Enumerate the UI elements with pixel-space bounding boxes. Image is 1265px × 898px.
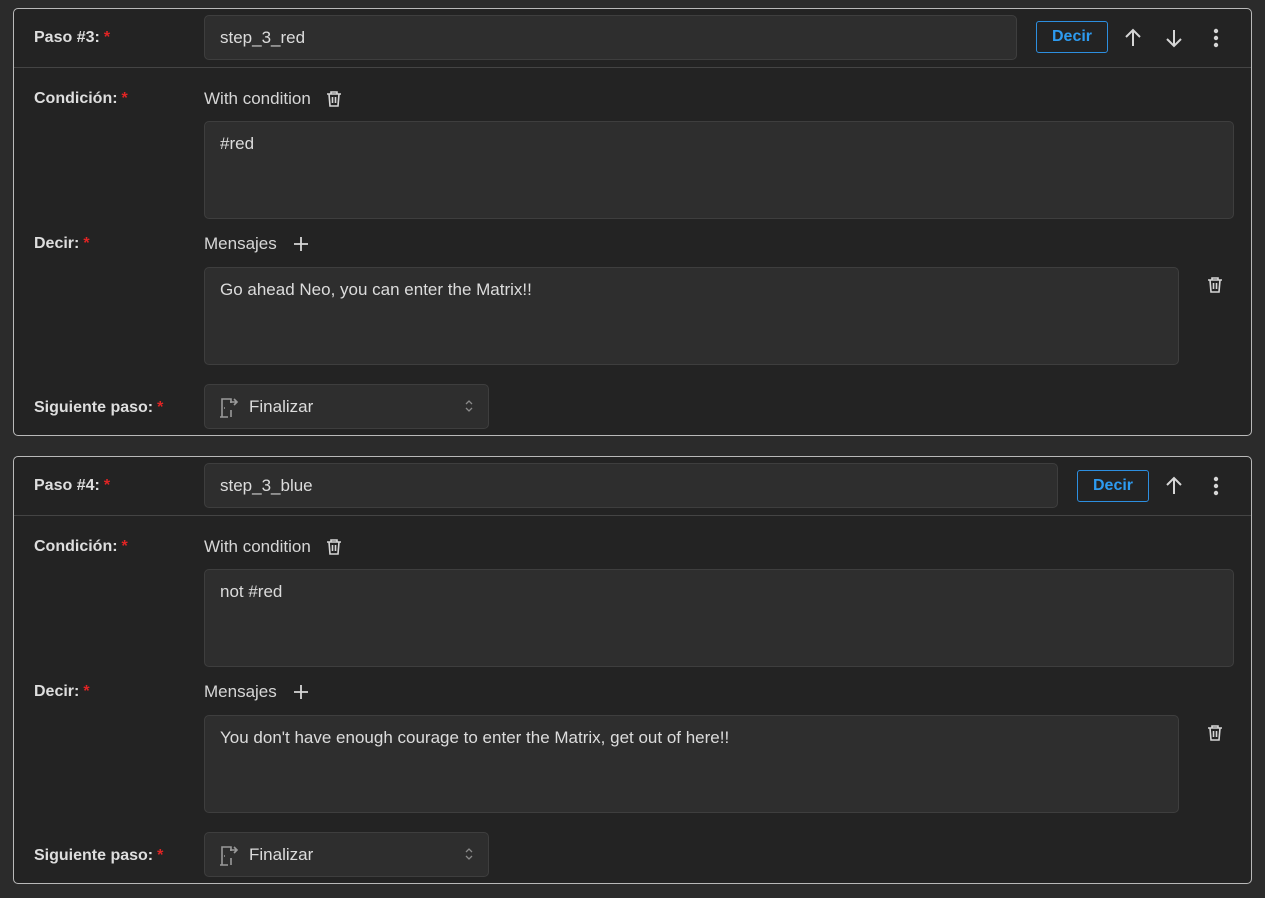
say-label: Decir: * bbox=[34, 683, 90, 700]
step-name-input[interactable]: step_3_red bbox=[204, 15, 1017, 60]
exit-door-icon bbox=[217, 396, 239, 418]
step-card: Paso #4: * step_3_blue Decir Condición: * … bbox=[13, 456, 1252, 884]
exit-door-icon bbox=[217, 844, 239, 866]
step-card: Paso #3: * step_3_red Decir Condición: * W… bbox=[13, 8, 1252, 436]
delete-message-icon[interactable] bbox=[1203, 721, 1227, 745]
condition-label: Condición: * bbox=[34, 538, 128, 555]
condition-mode: With condition bbox=[204, 89, 343, 109]
step-header: Paso #3: * step_3_red Decir bbox=[14, 9, 1251, 68]
add-message-icon[interactable] bbox=[293, 236, 309, 252]
delete-condition-icon[interactable] bbox=[325, 90, 343, 108]
next-step-select[interactable]: Finalizar bbox=[204, 384, 489, 429]
next-step-label: Siguiente paso: * bbox=[34, 847, 164, 864]
move-up-icon[interactable] bbox=[1121, 26, 1145, 50]
condition-textarea[interactable]: not #red bbox=[204, 569, 1234, 667]
delete-message-icon[interactable] bbox=[1203, 273, 1227, 297]
messages-header: Mensajes bbox=[204, 682, 309, 702]
add-message-icon[interactable] bbox=[293, 684, 309, 700]
condition-textarea[interactable]: #red bbox=[204, 121, 1234, 219]
message-textarea[interactable]: You don't have enough courage to enter t… bbox=[204, 715, 1179, 813]
next-step-label: Siguiente paso: * bbox=[34, 399, 164, 416]
move-up-icon[interactable] bbox=[1162, 474, 1186, 498]
step-type-button[interactable]: Decir bbox=[1036, 21, 1108, 53]
more-options-icon[interactable] bbox=[1204, 26, 1228, 50]
chevron-updown-icon bbox=[464, 397, 474, 420]
chevron-updown-icon bbox=[464, 845, 474, 868]
step-type-button[interactable]: Decir bbox=[1077, 470, 1149, 502]
step-header: Paso #4: * step_3_blue Decir bbox=[14, 457, 1251, 516]
step-name-input[interactable]: step_3_blue bbox=[204, 463, 1058, 508]
messages-header: Mensajes bbox=[204, 234, 309, 254]
more-options-icon[interactable] bbox=[1204, 474, 1228, 498]
condition-label: Condición: * bbox=[34, 90, 128, 107]
step-label: Paso #3: * bbox=[34, 29, 111, 46]
next-step-select[interactable]: Finalizar bbox=[204, 832, 489, 877]
say-label: Decir: * bbox=[34, 235, 90, 252]
delete-condition-icon[interactable] bbox=[325, 538, 343, 556]
condition-mode: With condition bbox=[204, 537, 343, 557]
message-textarea[interactable]: Go ahead Neo, you can enter the Matrix!! bbox=[204, 267, 1179, 365]
move-down-icon[interactable] bbox=[1162, 26, 1186, 50]
step-label: Paso #4: * bbox=[34, 477, 111, 494]
